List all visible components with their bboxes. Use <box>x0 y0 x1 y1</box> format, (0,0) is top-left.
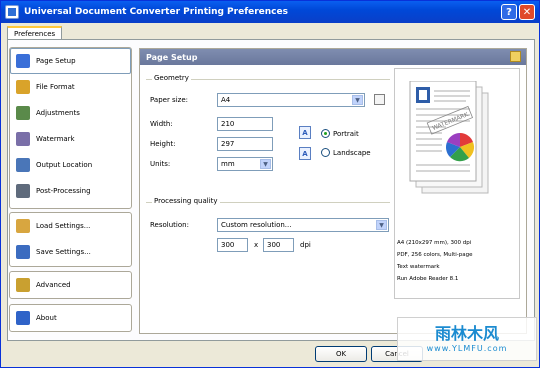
chevron-down-icon: ▼ <box>352 95 363 105</box>
resolution-label: Resolution: <box>150 221 189 229</box>
nav-item-output-location[interactable]: Output Location <box>10 152 131 178</box>
nav-item-about[interactable]: About <box>10 305 131 331</box>
nav-item-label: Load Settings... <box>36 222 91 230</box>
height-value: 297 <box>221 140 235 148</box>
nav-item-page-setup[interactable]: Page Setup <box>10 48 131 74</box>
paper-size-value: A4 <box>221 96 231 104</box>
watermark-title: 雨林木风 <box>434 324 499 343</box>
nav-item-post-processing[interactable]: Post-Processing <box>10 178 131 204</box>
height-label: Height: <box>150 140 176 148</box>
nav-item-label: Output Location <box>36 161 93 169</box>
nav-item-label: Watermark <box>36 135 75 143</box>
close-button[interactable]: ✕ <box>519 4 535 20</box>
preview-info-line: Text watermark <box>397 264 440 270</box>
advanced-icon <box>16 278 30 292</box>
file-format-icon <box>16 80 30 94</box>
adjustments-icon <box>16 106 30 120</box>
save-settings-icon <box>16 245 30 259</box>
nav-item-label: About <box>36 314 57 322</box>
preview-info-line: Run Adobe Reader 8.1 <box>397 276 459 282</box>
dpi-x-value: 300 <box>221 241 235 249</box>
processing-quality-group: Processing quality <box>146 197 390 262</box>
nav-item-label: Page Setup <box>36 57 76 65</box>
tab-preferences[interactable]: Preferences <box>7 26 63 40</box>
folder-icon <box>16 158 30 172</box>
load-settings-icon <box>16 219 30 233</box>
dpi-y-value: 300 <box>267 241 281 249</box>
dpi-y-field[interactable]: 300 <box>263 238 294 252</box>
nav-item-save-settings[interactable]: Save Settings... <box>10 239 131 265</box>
height-field[interactable]: 297 <box>217 137 273 151</box>
landscape-radio[interactable] <box>321 148 330 157</box>
width-value: 210 <box>221 120 235 128</box>
landscape-label: Landscape <box>333 149 371 157</box>
dpi-x-field[interactable]: 300 <box>217 238 248 252</box>
chevron-down-icon: ▼ <box>260 159 271 169</box>
processing-quality-legend: Processing quality <box>152 197 220 205</box>
help-icon <box>16 311 30 325</box>
units-value: mm <box>221 160 235 168</box>
nav-advanced-group: Advanced <box>9 271 132 299</box>
help-button[interactable]: ? <box>501 4 517 20</box>
nav-item-advanced[interactable]: Advanced <box>10 272 131 298</box>
panel-header: Page Setup <box>140 49 526 65</box>
nav-item-label: File Format <box>36 83 75 91</box>
dpi-unit-label: dpi <box>300 241 311 249</box>
paper-size-label: Paper size: <box>150 96 188 104</box>
nav-settings-group: Load Settings... Save Settings... <box>9 212 132 267</box>
portrait-label: Portrait <box>333 130 359 138</box>
nav-main-group: Page Setup File Format Adjustments Water… <box>9 47 132 209</box>
nav-item-label: Adjustments <box>36 109 80 117</box>
nav-item-file-format[interactable]: File Format <box>10 74 131 100</box>
nav-item-label: Advanced <box>36 281 71 289</box>
title-bar[interactable]: Universal Document Converter Printing Pr… <box>1 1 539 23</box>
nav-item-label: Save Settings... <box>36 248 91 256</box>
nav-item-load-settings[interactable]: Load Settings... <box>10 213 131 239</box>
landscape-orientation-icon: A <box>299 147 311 160</box>
by-label: x <box>254 241 259 249</box>
panel-title: Page Setup <box>146 52 198 62</box>
resolution-value: Custom resolution... <box>221 221 292 229</box>
tab-strip: Preferences <box>7 26 63 40</box>
units-select[interactable]: mm ▼ <box>217 157 273 171</box>
paper-settings-icon[interactable] <box>374 94 385 105</box>
page-setup-icon <box>16 54 30 68</box>
site-watermark: 雨林木风 www.YLMFU.com <box>397 317 537 361</box>
nav-item-label: Post-Processing <box>36 187 91 195</box>
app-icon <box>5 5 19 19</box>
portrait-orientation-icon: A <box>299 126 311 139</box>
paper-size-select[interactable]: A4 ▼ <box>217 93 365 107</box>
nav-item-adjustments[interactable]: Adjustments <box>10 100 131 126</box>
resolution-select[interactable]: Custom resolution... ▼ <box>217 218 389 232</box>
ok-button[interactable]: OK <box>315 346 367 362</box>
preview-info-line: A4 (210x297 mm), 300 dpi <box>397 240 472 246</box>
nav-about-group: About <box>9 304 132 332</box>
preview-info-line: PDF, 256 colors, Multi-page <box>397 252 473 258</box>
dialog-window: Universal Document Converter Printing Pr… <box>0 0 540 368</box>
window-title: Universal Document Converter Printing Pr… <box>24 7 288 17</box>
units-label: Units: <box>150 160 171 168</box>
nav-item-watermark[interactable]: Watermark <box>10 126 131 152</box>
width-label: Width: <box>150 120 173 128</box>
document-preview-image: WATERMARK <box>409 81 489 194</box>
watermark-icon <box>16 132 30 146</box>
geometry-legend: Geometry <box>152 74 191 82</box>
chevron-down-icon: ▼ <box>376 220 387 230</box>
width-field[interactable]: 210 <box>217 117 273 131</box>
portrait-radio[interactable] <box>321 129 330 138</box>
panel-header-icon <box>510 51 521 62</box>
watermark-url: www.YLMFU.com <box>426 344 508 353</box>
post-processing-icon <box>16 184 30 198</box>
